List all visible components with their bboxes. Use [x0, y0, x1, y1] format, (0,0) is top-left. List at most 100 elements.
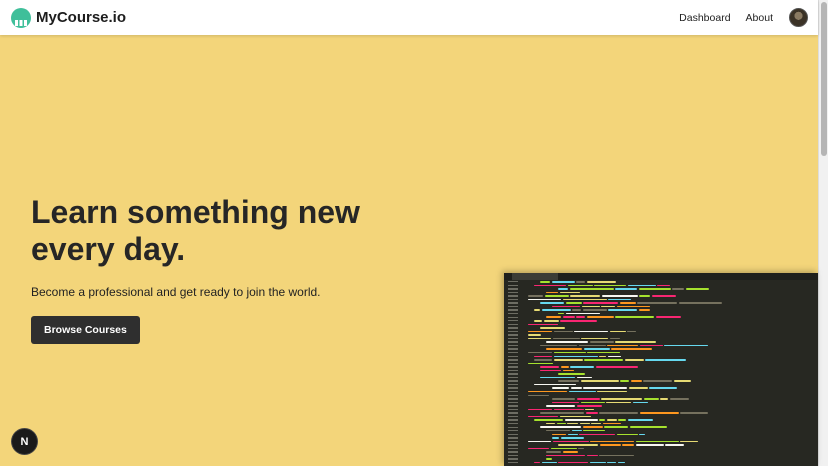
code-token	[558, 373, 585, 375]
code-token	[606, 419, 617, 421]
editor-tab	[512, 273, 558, 280]
code-token	[607, 355, 621, 357]
code-token	[541, 309, 571, 311]
code-token	[587, 351, 620, 354]
line-number	[508, 461, 518, 464]
code-token	[611, 348, 652, 350]
code-token	[528, 351, 552, 354]
code-token	[552, 437, 559, 439]
code-token	[591, 422, 601, 425]
code-token	[615, 288, 637, 290]
code-token	[639, 295, 650, 297]
line-number	[508, 344, 518, 347]
code-token	[556, 422, 566, 425]
code-token	[604, 426, 628, 428]
code-token	[602, 422, 621, 425]
code-token	[552, 337, 580, 340]
line-number	[508, 348, 518, 350]
code-token	[599, 454, 634, 457]
nav-link-dashboard[interactable]: Dashboard	[679, 12, 730, 24]
code-token	[580, 401, 605, 404]
nav-links: Dashboard About	[664, 8, 808, 27]
code-token	[579, 422, 590, 425]
code-token	[616, 433, 638, 436]
code-token	[601, 305, 615, 308]
code-token	[574, 330, 608, 333]
code-token	[609, 337, 620, 340]
code-token	[651, 295, 676, 297]
line-number	[508, 320, 518, 322]
code-token	[570, 366, 594, 368]
code-token	[632, 401, 648, 404]
brand[interactable]: MyCourse.io	[11, 7, 126, 28]
line-number	[508, 451, 518, 453]
code-token	[552, 398, 575, 400]
code-token	[571, 429, 582, 432]
code-token	[628, 387, 648, 389]
code-token	[540, 412, 584, 414]
scrollbar-thumb[interactable]	[821, 2, 827, 156]
line-number	[508, 373, 518, 375]
line-number	[508, 419, 518, 421]
line-number	[508, 341, 518, 343]
code-token	[534, 419, 563, 421]
hero-subtitle: Become a professional and get ready to j…	[31, 285, 321, 299]
code-token	[570, 295, 600, 297]
code-token	[637, 302, 677, 304]
code-token	[562, 369, 574, 372]
code-token	[578, 447, 584, 450]
code-token	[589, 461, 606, 464]
line-number	[508, 288, 518, 290]
line-number	[508, 412, 518, 414]
code-token	[649, 387, 677, 389]
course-logo-icon	[11, 7, 31, 28]
code-token	[552, 401, 579, 404]
code-token	[544, 295, 569, 297]
code-token	[562, 298, 607, 301]
code-token	[616, 305, 650, 308]
code-token	[540, 376, 575, 379]
code-token	[546, 458, 552, 460]
code-token	[582, 426, 603, 428]
code-token	[595, 366, 638, 368]
code-token	[528, 390, 567, 393]
code-token	[558, 312, 564, 315]
code-token	[583, 387, 627, 389]
page-scrollbar[interactable]	[818, 0, 828, 466]
code-token	[608, 298, 631, 301]
code-token	[572, 309, 581, 311]
line-number	[508, 391, 518, 393]
code-token	[540, 344, 577, 347]
code-token	[585, 412, 598, 414]
avatar[interactable]	[789, 8, 808, 27]
nav-link-about[interactable]: About	[746, 12, 773, 24]
code-token	[629, 426, 667, 428]
code-token	[680, 440, 698, 443]
code-token	[528, 408, 552, 411]
line-number	[508, 313, 518, 315]
editor-tabs	[504, 273, 818, 280]
line-number	[508, 398, 518, 400]
code-token	[583, 429, 605, 432]
hero-section: Learn something new every day. Become a …	[31, 194, 451, 344]
code-token	[639, 412, 679, 414]
code-token	[635, 444, 664, 446]
code-token	[607, 344, 638, 347]
code-token	[546, 348, 582, 350]
code-token	[565, 312, 600, 315]
line-number	[508, 362, 518, 365]
code-token	[639, 433, 645, 436]
dev-indicator-badge[interactable]: N	[12, 429, 37, 454]
code-token	[546, 454, 585, 457]
code-token	[528, 295, 543, 297]
browse-courses-button[interactable]: Browse Courses	[31, 316, 140, 344]
code-token	[578, 344, 606, 347]
code-token	[564, 419, 598, 421]
line-number	[508, 305, 518, 308]
code-token	[586, 316, 614, 318]
code-token	[673, 380, 691, 382]
code-token	[583, 348, 610, 350]
code-line	[504, 461, 818, 465]
code-token	[540, 426, 581, 428]
code-token	[624, 359, 644, 361]
